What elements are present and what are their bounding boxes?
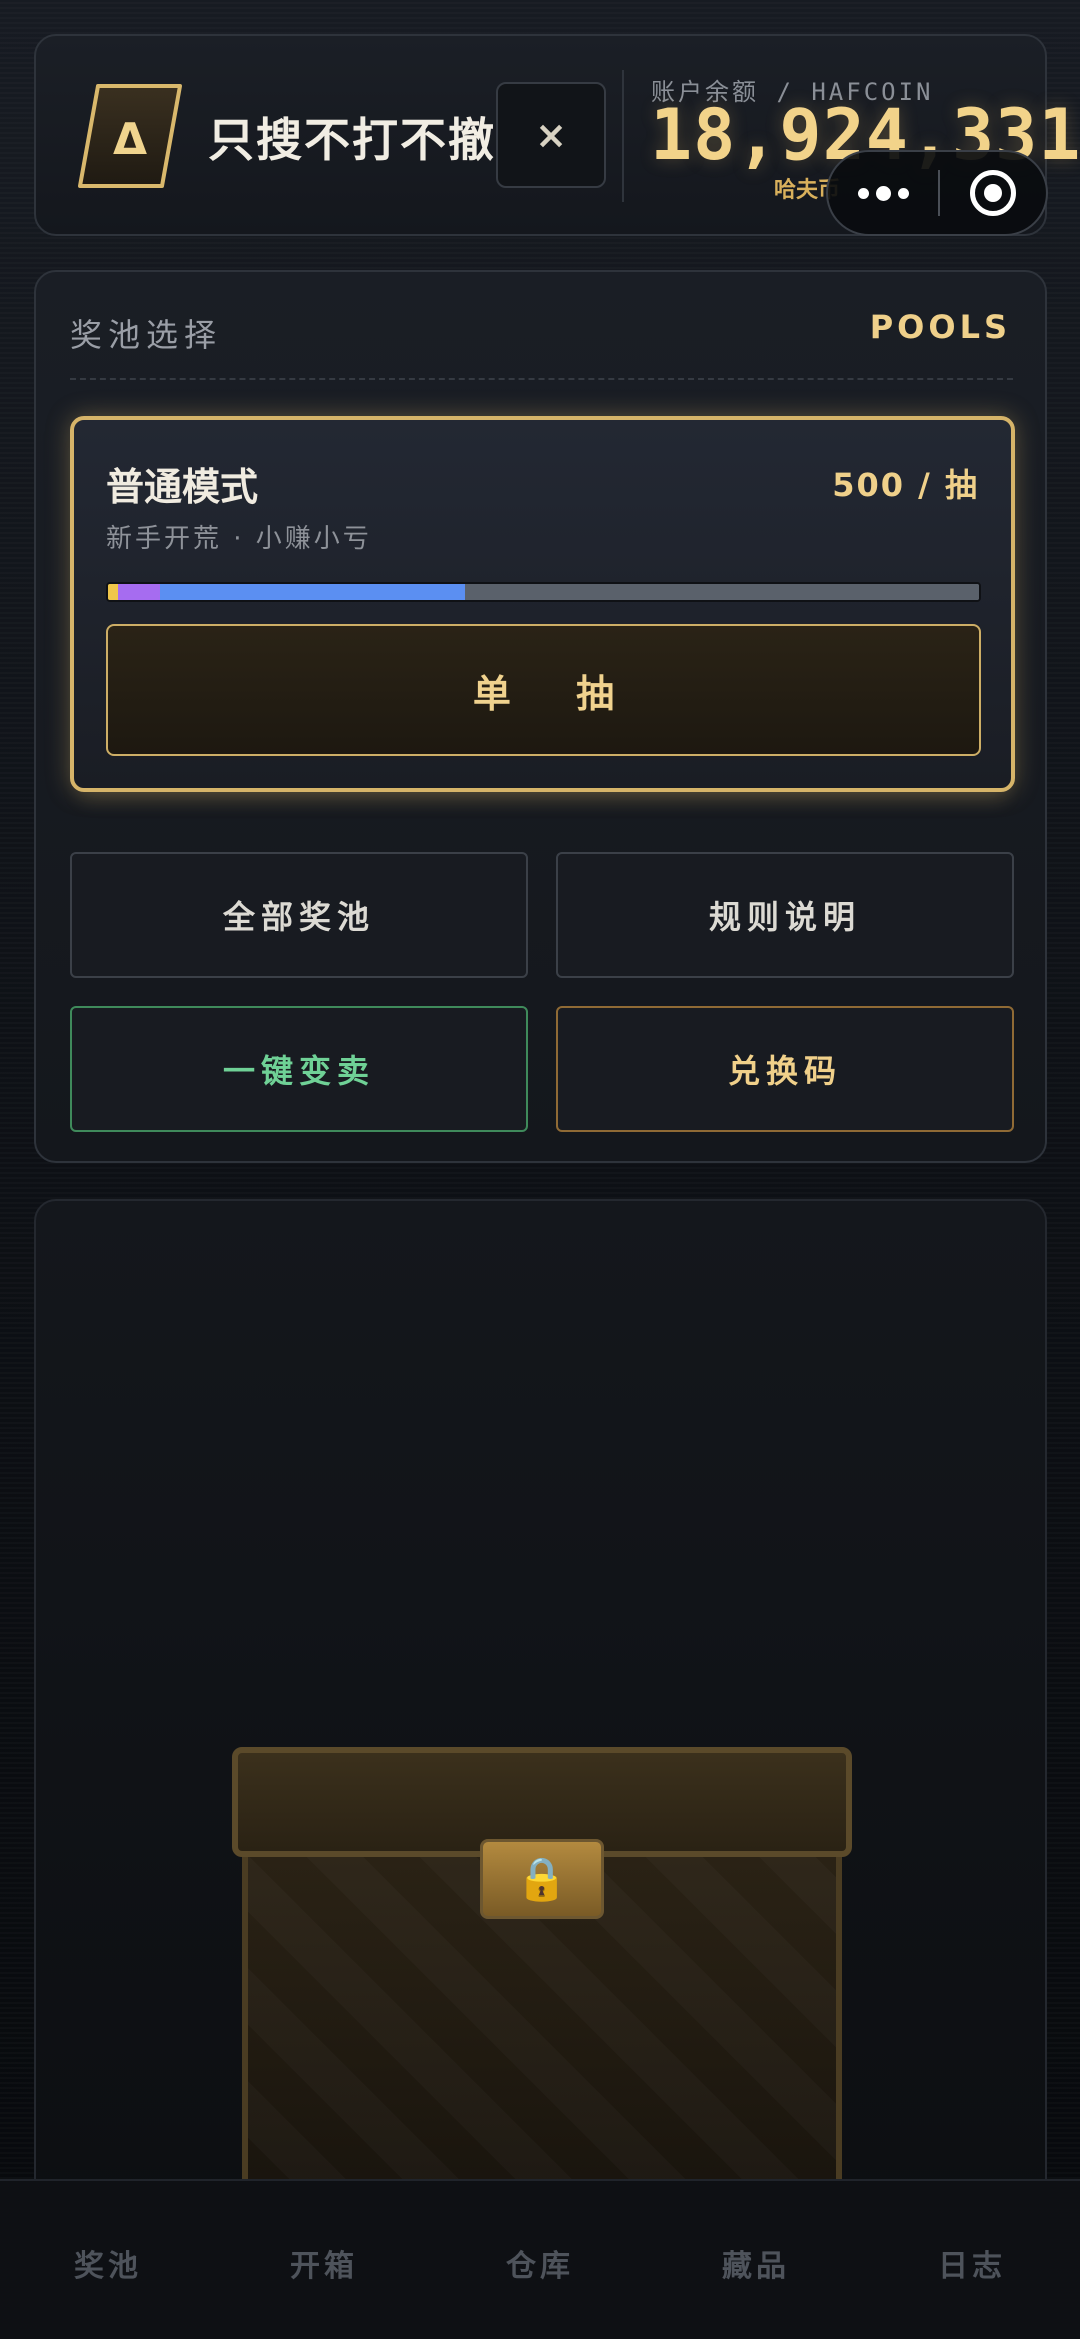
app-title: 只搜不打不撤 (208, 113, 496, 167)
bottom-tab-bar: 奖池 开箱 仓库 藏品 日志 (0, 2179, 1080, 2339)
quick-sell-button[interactable]: 一键变卖 (70, 1006, 528, 1132)
more-button[interactable] (828, 152, 938, 234)
tab-warehouse[interactable]: 仓库 (432, 2181, 648, 2339)
svg-text:Δ: Δ (113, 114, 147, 165)
more-dot-center (875, 185, 891, 201)
close-button[interactable]: × (496, 82, 606, 188)
single-draw-button[interactable]: 单 抽 (106, 624, 981, 756)
odds-distribution-bar (106, 582, 981, 602)
lock-icon[interactable]: 🔒 (480, 1839, 604, 1919)
tab-log[interactable]: 日志 (864, 2181, 1080, 2339)
odds-segment-2 (160, 584, 466, 600)
rules-button[interactable]: 规则说明 (556, 852, 1014, 978)
more-dots-icon (857, 187, 869, 199)
odds-segment-0 (108, 584, 119, 600)
app-logo: Δ (76, 82, 184, 190)
tab-open-box[interactable]: 开箱 (216, 2181, 432, 2339)
all-pools-button[interactable]: 全部奖池 (70, 852, 528, 978)
pool-section-label: 奖池选择 (70, 316, 223, 354)
pool-mode-price: 500 / 抽 (832, 466, 979, 504)
section-divider (70, 378, 1013, 380)
pool-mode-title: 普通模式 (106, 465, 259, 509)
redeem-code-button[interactable]: 兑换码 (556, 1006, 1014, 1132)
delta-logo-icon: Δ (78, 84, 182, 188)
tab-pools[interactable]: 奖池 (0, 2181, 216, 2339)
pool-mode-subtitle: 新手开荒 · 小赚小亏 (106, 524, 372, 554)
miniprogram-capsule (826, 150, 1048, 236)
close-icon: × (535, 113, 567, 157)
header-divider (622, 70, 624, 202)
more-dot-right (897, 187, 909, 199)
tab-collection[interactable]: 藏品 (648, 2181, 864, 2339)
exit-miniprogram-button[interactable] (940, 152, 1046, 234)
pool-selection-card: 奖池选择 POOLS 普通模式 500 / 抽 新手开荒 · 小赚小亏 单 抽 … (34, 270, 1047, 1163)
odds-segment-3 (465, 584, 979, 600)
target-circle-icon (970, 170, 1016, 216)
chest-card: 🔒 (34, 1199, 1047, 2339)
pool-mode-card[interactable]: 普通模式 500 / 抽 新手开荒 · 小赚小亏 单 抽 (70, 416, 1015, 792)
pool-section-tag: POOLS (869, 308, 1011, 346)
target-core (984, 184, 1002, 202)
odds-segment-1 (118, 584, 161, 600)
